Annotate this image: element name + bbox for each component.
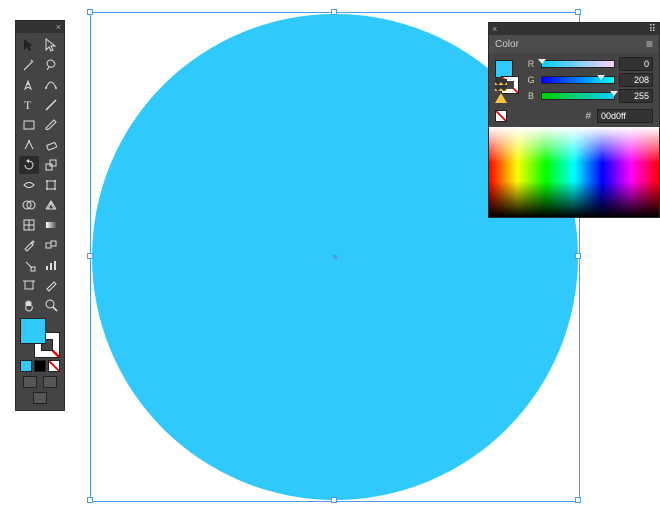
selection-center-point [333, 255, 337, 259]
hand-tool[interactable] [19, 296, 39, 314]
draw-behind-mode[interactable] [43, 376, 57, 388]
r-channel-label: R [525, 59, 537, 69]
fill-stroke-swatch[interactable] [20, 318, 60, 358]
scale-tool[interactable] [41, 156, 61, 174]
type-tool[interactable]: T [19, 96, 39, 114]
close-icon[interactable]: × [56, 22, 61, 32]
selection-tool[interactable] [19, 36, 39, 54]
resize-handle-top-left[interactable] [87, 9, 93, 15]
paintbrush-tool[interactable] [41, 116, 61, 134]
color-mode-none[interactable] [48, 360, 60, 372]
line-segment-tool[interactable] [41, 96, 61, 114]
slice-tool[interactable] [41, 276, 61, 294]
resize-handle-top-mid[interactable] [331, 9, 337, 15]
curvature-tool[interactable] [41, 76, 61, 94]
b-slider[interactable] [541, 92, 615, 100]
column-graph-tool[interactable] [41, 256, 61, 274]
svg-text:T: T [24, 98, 32, 112]
lasso-tool[interactable] [41, 56, 61, 74]
direct-selection-tool[interactable] [41, 36, 61, 54]
rectangle-tool[interactable] [19, 116, 39, 134]
tools-panel: × T [15, 20, 65, 411]
tool-grid: T [16, 33, 64, 314]
mesh-tool[interactable] [19, 216, 39, 234]
blend-tool[interactable] [41, 236, 61, 254]
resize-handle-bottom-mid[interactable] [331, 497, 337, 503]
resize-handle-mid-right[interactable] [575, 253, 581, 259]
color-spectrum-picker[interactable] [489, 127, 659, 217]
pen-tool[interactable] [19, 76, 39, 94]
eyedropper-tool[interactable] [19, 236, 39, 254]
shape-builder-tool[interactable] [19, 196, 39, 214]
color-panel-tabbar: × ⠿ [489, 23, 659, 35]
color-mode-gradient[interactable] [34, 360, 46, 372]
none-swatch[interactable] [495, 110, 507, 122]
g-value-input[interactable] [619, 73, 653, 87]
rotate-tool[interactable] [19, 156, 39, 174]
color-panel-title-row: Color ≡ [489, 35, 659, 53]
out-of-gamut-icon[interactable] [495, 79, 507, 91]
r-value-input[interactable] [619, 57, 653, 71]
close-icon[interactable]: × [492, 24, 497, 34]
r-slider[interactable] [541, 60, 615, 68]
free-transform-tool[interactable] [41, 176, 61, 194]
magic-wand-tool[interactable] [19, 56, 39, 74]
panel-flyout-menu-icon[interactable]: ≡ [646, 37, 653, 51]
resize-handle-mid-left[interactable] [87, 253, 93, 259]
eraser-tool[interactable] [41, 136, 61, 154]
hex-input[interactable] [597, 109, 653, 123]
resize-handle-bottom-right[interactable] [575, 497, 581, 503]
zoom-tool[interactable] [41, 296, 61, 314]
color-mode-solid[interactable] [20, 360, 32, 372]
screen-mode-button[interactable] [33, 392, 47, 404]
resize-handle-top-right[interactable] [575, 9, 581, 15]
fill-swatch[interactable] [20, 318, 46, 344]
perspective-grid-tool[interactable] [41, 196, 61, 214]
draw-normal-mode[interactable] [23, 376, 37, 388]
tools-panel-tabbar: × [16, 21, 64, 33]
g-slider[interactable] [541, 76, 615, 84]
artboard-tool[interactable] [19, 276, 39, 294]
color-panel-title: Color [495, 39, 519, 50]
symbol-sprayer-tool[interactable] [19, 256, 39, 274]
gradient-tool[interactable] [41, 216, 61, 234]
b-channel-label: B [525, 91, 537, 101]
g-channel-label: G [525, 75, 537, 85]
resize-handle-bottom-left[interactable] [87, 497, 93, 503]
shaper-tool[interactable] [19, 136, 39, 154]
width-tool[interactable] [19, 176, 39, 194]
hex-hash-label: # [585, 111, 591, 122]
color-panel: × ⠿ Color ≡ R G B # [488, 22, 660, 218]
panel-menu-icon[interactable]: ⠿ [649, 24, 656, 35]
b-value-input[interactable] [619, 89, 653, 103]
